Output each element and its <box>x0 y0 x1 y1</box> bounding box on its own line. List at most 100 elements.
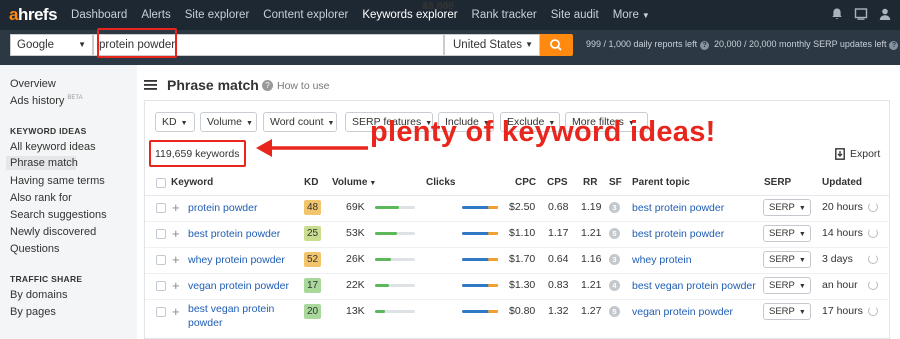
keyword-ideas-header: KEYWORD IDEAS <box>10 126 87 136</box>
export-icon <box>835 148 845 160</box>
keyword-link[interactable]: best protein powder <box>188 227 298 241</box>
filter-word-count[interactable]: Word count ▼ <box>263 112 337 132</box>
row-checkbox[interactable] <box>156 307 166 317</box>
serp-button[interactable]: SERP ▼ <box>763 199 811 216</box>
search-engine-select[interactable]: Google ▼ <box>10 34 93 56</box>
parent-topic-link[interactable]: vegan protein powder <box>632 305 733 319</box>
serp-features-count[interactable]: 4 <box>609 280 620 291</box>
filter-volume[interactable]: Volume ▼ <box>200 112 257 132</box>
refresh-icon[interactable] <box>868 228 878 238</box>
kd-badge: 17 <box>304 278 321 293</box>
nav-alerts[interactable]: Alerts <box>141 9 170 21</box>
serp-features-count[interactable]: 3 <box>609 202 620 213</box>
plus-icon[interactable]: + <box>172 227 180 240</box>
refresh-icon[interactable] <box>868 280 878 290</box>
user-icon[interactable] <box>878 7 892 21</box>
serp-features-count[interactable]: 3 <box>609 254 620 265</box>
serp-button[interactable]: SERP ▼ <box>763 225 811 242</box>
refresh-icon[interactable] <box>868 202 878 212</box>
sidebar-item-overview[interactable]: Overview <box>10 78 56 90</box>
rr-value: 1.19 <box>581 201 602 213</box>
serp-button-label: SERP <box>769 254 795 265</box>
parent-topic-link[interactable]: best vegan protein powder <box>632 279 756 293</box>
serp-button[interactable]: SERP ▼ <box>763 251 811 268</box>
keyword-link[interactable]: protein powder <box>188 201 298 215</box>
clicks-bar-paid <box>488 258 498 261</box>
column-rr[interactable]: RR <box>583 177 597 188</box>
search-button[interactable] <box>540 34 573 56</box>
kd-badge: 52 <box>304 252 321 267</box>
volume-value: 22K <box>346 279 365 291</box>
serp-features-count[interactable]: 5 <box>609 228 620 239</box>
sidebar-item-having-same-terms[interactable]: Having same terms <box>10 175 105 187</box>
help-icon[interactable]: ? <box>700 41 710 50</box>
volume-value: 13K <box>346 305 365 317</box>
row-checkbox[interactable] <box>156 281 166 291</box>
plus-icon[interactable]: + <box>172 253 180 266</box>
sidebar-item-by-domains[interactable]: By domains <box>10 289 67 301</box>
monitor-icon[interactable] <box>854 7 868 21</box>
sidebar-item-all-keyword-ideas[interactable]: All keyword ideas <box>10 141 96 153</box>
menu-icon[interactable] <box>144 80 157 90</box>
column-volume[interactable]: Volume ▼ <box>332 177 376 188</box>
column-sf[interactable]: SF <box>609 177 622 188</box>
how-to-use-link[interactable]: How to use <box>277 80 330 92</box>
nav-site-audit[interactable]: Site audit <box>551 9 599 21</box>
parent-topic-link[interactable]: best protein powder <box>632 201 724 215</box>
sidebar-item-ads-history[interactable]: Ads history BETA <box>10 95 83 107</box>
nav-dashboard[interactable]: Dashboard <box>71 9 127 21</box>
page-title: Phrase match <box>167 77 259 93</box>
plus-icon[interactable]: + <box>172 305 180 318</box>
help-icon[interactable]: ? <box>262 80 273 91</box>
column-kd[interactable]: KD <box>304 177 318 188</box>
plus-icon[interactable]: + <box>172 201 180 214</box>
bell-icon[interactable] <box>830 7 844 21</box>
sidebar-item-by-pages[interactable]: By pages <box>10 306 56 318</box>
ahrefs-logo[interactable]: ahrefs <box>9 5 58 25</box>
sidebar-item-search-suggestions[interactable]: Search suggestions <box>10 209 107 221</box>
column-cpc[interactable]: CPC <box>515 177 536 188</box>
callout-annotation: plenty of keyword ideas! <box>370 116 716 148</box>
nav-more[interactable]: More ▼ <box>613 9 650 21</box>
keyword-link[interactable]: best vegan protein powder <box>188 302 283 330</box>
select-all-checkbox[interactable] <box>156 178 166 188</box>
filter-kd[interactable]: KD ▼ <box>155 112 195 132</box>
keyword-link[interactable]: vegan protein powder <box>188 279 298 293</box>
serp-features-count[interactable]: 5 <box>609 306 620 317</box>
column-parent-topic[interactable]: Parent topic <box>632 177 690 188</box>
sidebar-item-questions[interactable]: Questions <box>10 243 60 255</box>
country-value: United States <box>453 39 523 51</box>
sidebar-item-phrase-match[interactable]: Phrase match <box>6 156 78 170</box>
nav-content-explorer[interactable]: Content explorer <box>263 9 348 21</box>
country-select[interactable]: United States ▼ <box>444 34 540 56</box>
refresh-icon[interactable] <box>868 306 878 316</box>
row-checkbox[interactable] <box>156 229 166 239</box>
chevron-down-icon: ▼ <box>798 257 806 264</box>
column-clicks[interactable]: Clicks <box>426 177 455 188</box>
column-updated[interactable]: Updated <box>822 177 862 188</box>
cpc-value: $0.80 <box>509 305 536 317</box>
filter-word-count-label: Word count <box>270 116 324 128</box>
rr-value: 1.16 <box>581 253 602 265</box>
plus-icon[interactable]: + <box>172 279 180 292</box>
export-button[interactable]: Export <box>850 148 880 160</box>
column-cps[interactable]: CPS <box>547 177 568 188</box>
serp-button[interactable]: SERP ▼ <box>763 277 811 294</box>
keyword-link[interactable]: whey protein powder <box>188 253 298 267</box>
parent-topic-link[interactable]: best protein powder <box>632 227 724 241</box>
sort-desc-icon: ▼ <box>369 180 377 187</box>
arrow-left-icon <box>256 139 368 157</box>
nav-site-explorer[interactable]: Site explorer <box>185 9 250 21</box>
serp-button[interactable]: SERP ▼ <box>763 303 811 320</box>
row-checkbox[interactable] <box>156 255 166 265</box>
kd-badge: 48 <box>304 200 321 215</box>
help-icon[interactable]: ? <box>889 41 899 50</box>
column-keyword[interactable]: Keyword <box>171 177 213 188</box>
parent-topic-link[interactable]: whey protein <box>632 253 692 267</box>
nav-rank-tracker[interactable]: Rank tracker <box>472 9 537 21</box>
row-checkbox[interactable] <box>156 203 166 213</box>
rr-value: 1.27 <box>581 305 602 317</box>
sidebar-item-newly-discovered[interactable]: Newly discovered <box>10 226 96 238</box>
sidebar-item-also-rank-for[interactable]: Also rank for <box>10 192 72 204</box>
refresh-icon[interactable] <box>868 254 878 264</box>
